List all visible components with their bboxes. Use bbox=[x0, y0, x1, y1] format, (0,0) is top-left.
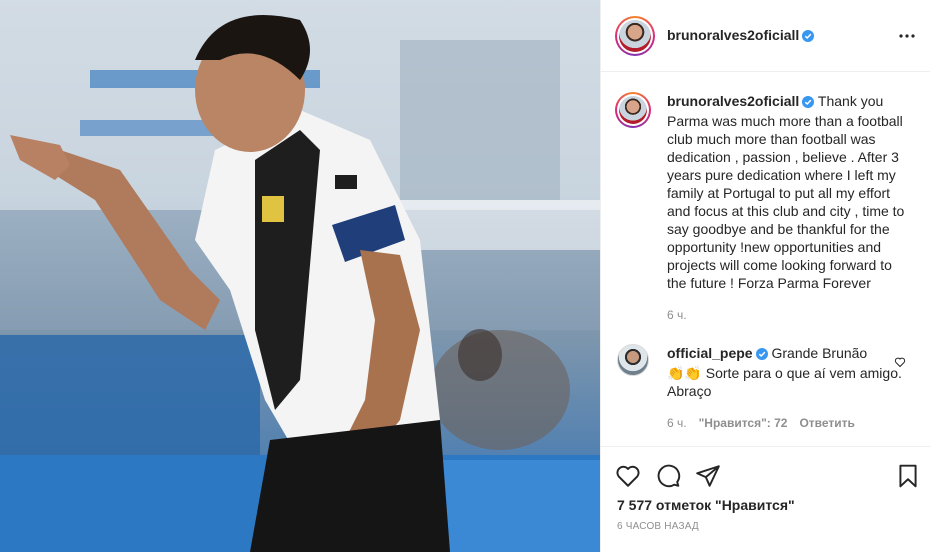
comment-body-line2: Sorte para o que aí vem amigo. Abraço bbox=[667, 365, 902, 399]
verified-badge-icon bbox=[802, 29, 815, 45]
caption-text-block: brunoralves2oficiall Thank you Parma was… bbox=[667, 92, 911, 324]
clap-emoji: 👏👏 bbox=[667, 365, 702, 381]
comment-like-heart-icon[interactable] bbox=[894, 355, 906, 368]
caption-author-avatar[interactable] bbox=[615, 92, 651, 128]
post-caption: brunoralves2oficiall Thank you Parma was… bbox=[615, 92, 915, 324]
commenter-username[interactable]: official_pepe bbox=[667, 345, 753, 361]
author-avatar[interactable] bbox=[615, 15, 655, 56]
author-username[interactable]: brunoralves2oficiall bbox=[667, 27, 815, 45]
reply-button[interactable]: Ответить bbox=[799, 414, 854, 432]
share-icon[interactable] bbox=[695, 463, 721, 489]
post-photo[interactable] bbox=[0, 0, 600, 552]
comment-likes-count[interactable]: "Нравится": 72 bbox=[699, 414, 788, 432]
verified-badge-icon bbox=[802, 94, 815, 112]
post-timestamp[interactable]: 6 ЧАСОВ НАЗАД bbox=[617, 521, 699, 532]
heart-icon[interactable] bbox=[615, 463, 641, 489]
post-side-panel: brunoralves2oficiall brunoralves2oficial… bbox=[600, 0, 930, 552]
comment-body-line1: Grande Brunão bbox=[771, 345, 868, 361]
post-header: brunoralves2oficiall bbox=[601, 0, 930, 72]
comment-timestamp[interactable]: 6 ч. bbox=[667, 414, 687, 432]
more-options-icon[interactable] bbox=[897, 26, 917, 46]
comment-icon[interactable] bbox=[655, 463, 681, 489]
caption-author-username[interactable]: brunoralves2oficiall bbox=[667, 93, 799, 109]
commenter-avatar[interactable] bbox=[617, 344, 649, 376]
comment-item: official_pepe Grande Brunão 👏👏 Sorte par… bbox=[615, 344, 915, 432]
verified-badge-icon bbox=[755, 346, 768, 364]
comment-text-block: official_pepe Grande Brunão 👏👏 Sorte par… bbox=[667, 344, 907, 432]
comment-meta: 6 ч. "Нравится": 72 Ответить bbox=[667, 414, 907, 432]
post-likes-count[interactable]: 7 577 отметок "Нравится" bbox=[617, 497, 795, 513]
caption-timestamp[interactable]: 6 ч. bbox=[667, 306, 911, 324]
bookmark-icon[interactable] bbox=[895, 463, 921, 489]
player-illustration bbox=[0, 0, 600, 552]
post-actions-bar: 7 577 отметок "Нравится" 6 ЧАСОВ НАЗАД bbox=[601, 446, 930, 552]
caption-body: Thank you Parma was much more than a foo… bbox=[667, 93, 905, 291]
